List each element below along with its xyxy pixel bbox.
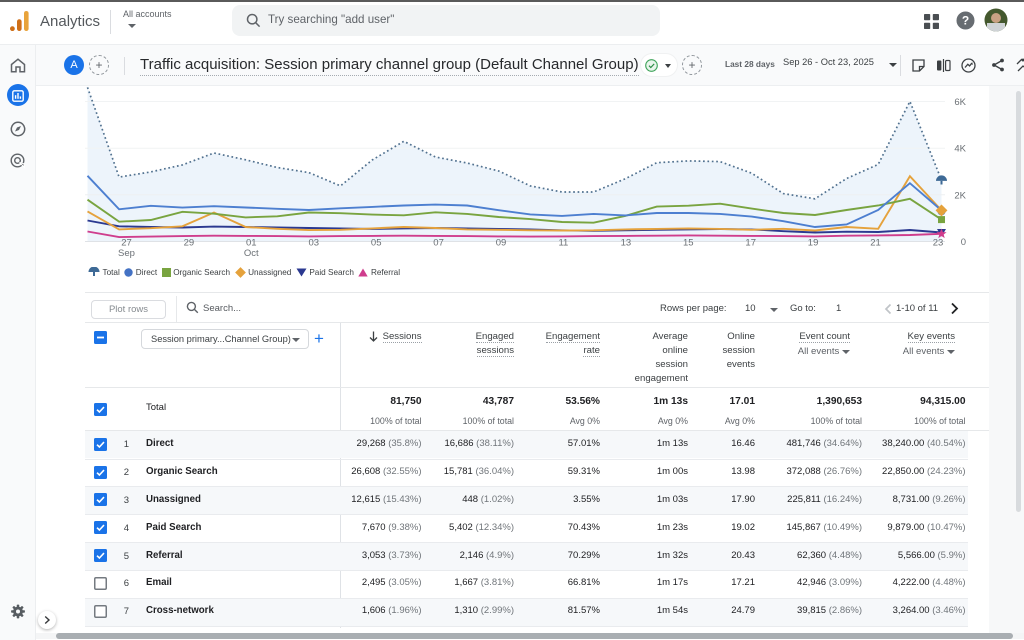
svg-text:?: ?: [962, 14, 969, 28]
svg-text:27: 27: [121, 238, 132, 249]
svg-text:19: 19: [808, 238, 819, 249]
svg-text:6K: 6K: [954, 97, 966, 108]
svg-text:05: 05: [371, 238, 382, 249]
svg-text:Oct: Oct: [244, 248, 259, 259]
svg-text:13: 13: [621, 238, 632, 249]
svg-text:07: 07: [433, 238, 444, 249]
svg-text:11: 11: [558, 238, 568, 249]
svg-text:15: 15: [683, 238, 694, 249]
svg-text:09: 09: [496, 238, 507, 249]
svg-text:17: 17: [745, 238, 756, 249]
svg-text:23: 23: [933, 238, 944, 249]
svg-text:01: 01: [246, 238, 257, 249]
svg-text:0: 0: [961, 237, 966, 248]
svg-text:21: 21: [870, 238, 881, 249]
svg-text:03: 03: [309, 238, 320, 249]
svg-text:4K: 4K: [954, 144, 966, 155]
svg-text:29: 29: [184, 238, 195, 249]
svg-text:2K: 2K: [954, 190, 966, 201]
svg-text:Sep: Sep: [118, 248, 135, 259]
